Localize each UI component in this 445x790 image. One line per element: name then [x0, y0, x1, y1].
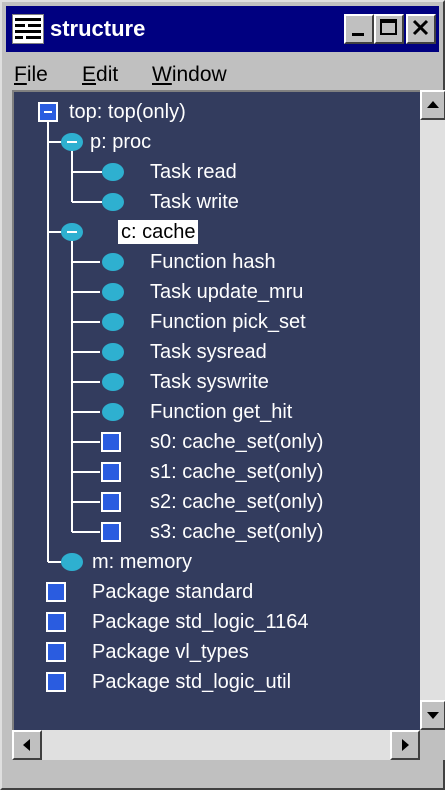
oval-icon — [102, 163, 124, 181]
tree-node-label[interactable]: c: cache — [118, 220, 199, 244]
minimize-icon — [352, 33, 364, 36]
expanded-oval-icon[interactable] — [61, 223, 83, 241]
oval-icon — [102, 343, 124, 361]
oval-icon — [102, 403, 124, 421]
tree-node-label[interactable]: s0: cache_set(only) — [150, 430, 323, 454]
tree-node-label[interactable]: Task sysread — [150, 340, 267, 364]
structure-app-icon[interactable] — [12, 14, 44, 44]
module-square-icon — [46, 672, 66, 692]
module-square-icon[interactable] — [38, 102, 58, 122]
arrow-left-icon — [23, 739, 30, 751]
oval-icon — [102, 283, 124, 301]
scroll-right-button[interactable] — [390, 730, 420, 760]
module-square-icon — [101, 522, 121, 542]
tree-node-label[interactable]: s1: cache_set(only) — [150, 460, 323, 484]
oval-icon — [102, 373, 124, 391]
tree-node-label[interactable]: Function pick_set — [150, 310, 306, 334]
tree-node-label[interactable]: Package std_logic_1164 — [92, 610, 308, 634]
menu-file-accelerator: F — [14, 63, 27, 86]
menu-edit-label: dit — [96, 63, 119, 86]
module-square-icon — [101, 492, 121, 512]
tree-node-label[interactable]: Function get_hit — [150, 400, 292, 424]
menu-window-accelerator: W — [152, 63, 172, 86]
arrow-right-icon — [402, 739, 409, 751]
tree-node-label[interactable]: top: top(only) — [69, 100, 186, 124]
module-square-icon — [46, 582, 66, 602]
tree-node-label[interactable]: Task syswrite — [150, 370, 269, 394]
tree-node-label[interactable]: Package std_logic_util — [92, 670, 291, 694]
title-bar[interactable]: structure — [6, 6, 439, 52]
tree-node-label[interactable]: Function hash — [150, 250, 276, 274]
oval-icon — [102, 313, 124, 331]
oval-icon — [102, 193, 124, 211]
expanded-oval-icon[interactable] — [61, 133, 83, 151]
horizontal-scrollbar[interactable] — [12, 730, 420, 760]
tree-node-label[interactable]: p: proc — [90, 130, 151, 154]
oval-icon — [102, 253, 124, 271]
arrow-up-icon — [427, 101, 439, 108]
menu-file[interactable]: File — [14, 63, 48, 87]
tree-node-label[interactable]: Package standard — [92, 580, 253, 604]
tree-node-label[interactable]: s2: cache_set(only) — [150, 490, 323, 514]
module-square-icon — [46, 612, 66, 632]
tree-node-label[interactable]: Task write — [150, 190, 239, 214]
menu-edit[interactable]: Edit — [82, 63, 118, 87]
tree-node-label[interactable]: m: memory — [92, 550, 192, 574]
arrow-down-icon — [427, 712, 439, 719]
maximize-button[interactable] — [374, 14, 404, 44]
structure-tree[interactable]: top: top(only) p: proc Task read Task write… — [12, 90, 420, 730]
window-title: structure — [50, 16, 146, 41]
maximize-icon — [380, 19, 397, 35]
scrollbar-corner — [420, 730, 445, 760]
module-square-icon — [46, 642, 66, 662]
close-icon — [412, 19, 429, 36]
menu-window[interactable]: Window — [152, 63, 227, 87]
scroll-down-button[interactable] — [420, 700, 445, 730]
oval-icon — [61, 553, 83, 571]
tree-node-label[interactable]: Task update_mru — [150, 280, 303, 304]
vertical-scrollbar[interactable] — [420, 90, 445, 730]
close-button[interactable] — [406, 14, 436, 44]
menu-bar: File Edit Window — [6, 58, 439, 90]
menu-edit-accelerator: E — [82, 63, 97, 86]
module-square-icon — [101, 462, 121, 482]
minimize-button[interactable] — [344, 14, 374, 44]
tree-node-label[interactable]: s3: cache_set(only) — [150, 520, 323, 544]
module-square-icon — [101, 432, 121, 452]
tree-node-label[interactable]: Package vl_types — [92, 640, 249, 664]
menu-file-label: ile — [26, 63, 48, 86]
menu-window-label: indow — [171, 63, 227, 86]
tree-node-label[interactable]: Task read — [150, 160, 237, 184]
scroll-up-button[interactable] — [420, 90, 445, 120]
scroll-left-button[interactable] — [12, 730, 42, 760]
structure-window: structure File Edit Window top: top(only… — [0, 0, 445, 790]
